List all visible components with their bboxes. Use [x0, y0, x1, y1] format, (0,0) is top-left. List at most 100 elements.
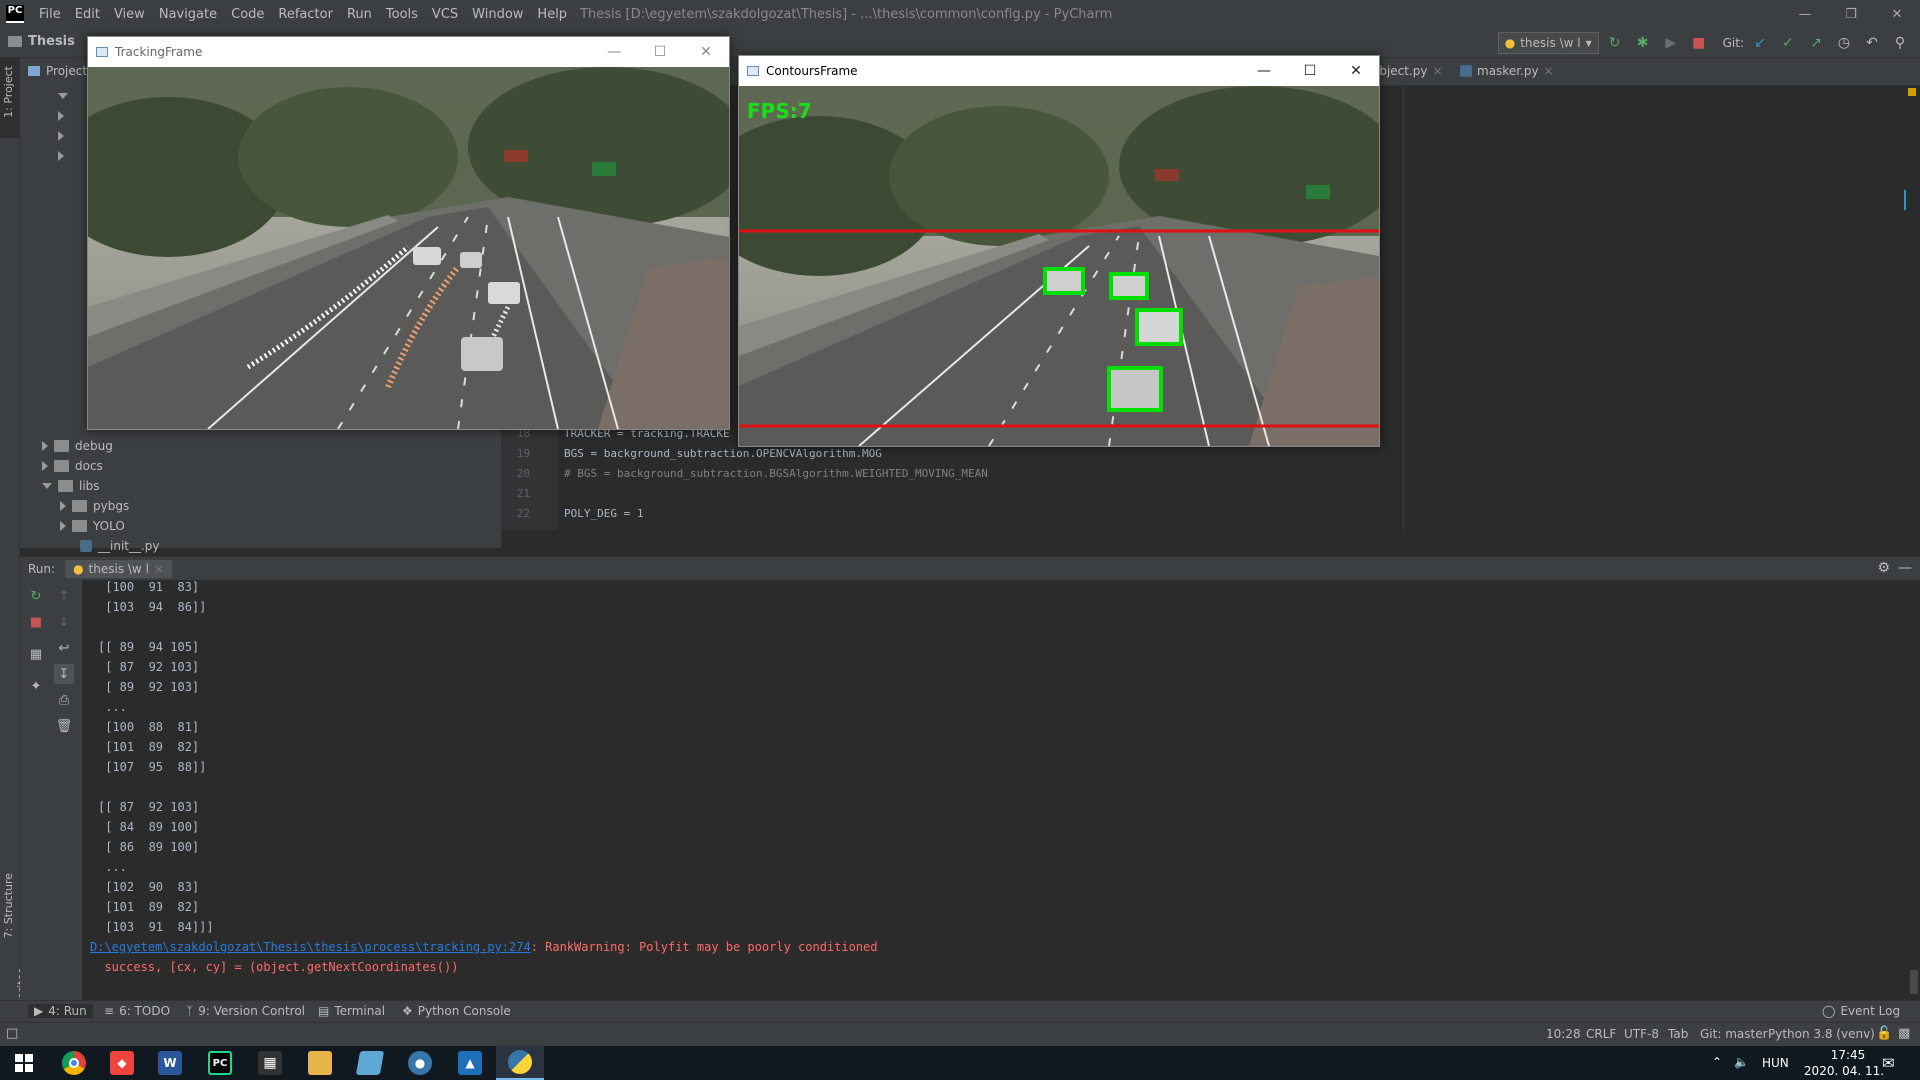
search-icon[interactable]: ⚲ [1888, 31, 1912, 55]
debug-icon[interactable]: ✱ [1631, 31, 1655, 55]
editor-tab-masker-py[interactable]: masker.py × [1460, 64, 1554, 78]
tool-tab-structure[interactable]: 7: Structure [2, 873, 15, 938]
menu-edit[interactable]: Edit [68, 7, 107, 22]
photos-icon[interactable]: ▲ [446, 1046, 494, 1080]
rerun-icon[interactable]: ↻ [26, 586, 46, 606]
pycharm-taskbar-icon[interactable]: PC [196, 1046, 244, 1080]
close-tab-icon[interactable]: × [154, 562, 164, 576]
tray-expand-icon[interactable]: ⌃ [1712, 1055, 1722, 1069]
indent-setting[interactable]: Tab [1668, 1027, 1688, 1041]
restore-icon[interactable]: ❐ [1828, 0, 1874, 28]
clock-time[interactable]: 17:45 [1808, 1048, 1888, 1062]
menu-view[interactable]: View [107, 7, 152, 22]
console-output[interactable]: [100 91 83] [103 94 86]] [[ 89 94 105] [… [82, 580, 1908, 1000]
python-interpreter[interactable]: Python 3.8 (venv) [1768, 1027, 1875, 1041]
settings-gear-icon[interactable]: ⚙ [1877, 560, 1890, 576]
tree-row-hidden[interactable] [58, 146, 64, 166]
breadcrumb-project[interactable]: Thesis [28, 34, 75, 49]
menu-navigate[interactable]: Navigate [152, 7, 224, 22]
minimize-icon[interactable]: — [1241, 56, 1287, 86]
tool-tab-python-console[interactable]: ❖ Python Console [402, 1004, 511, 1018]
line-separator[interactable]: CRLF [1586, 1027, 1616, 1041]
coverage-icon[interactable]: ▶ [1659, 31, 1683, 55]
tool-tab-project[interactable]: 1: Project [2, 66, 15, 118]
keyboard-language[interactable]: HUN [1762, 1056, 1789, 1070]
git-branch[interactable]: Git: master [1700, 1027, 1768, 1041]
git-commit-icon[interactable]: ✓ [1776, 31, 1800, 55]
tool-tab-version-control[interactable]: ᛉ 9: Version Control [186, 1004, 305, 1018]
menu-code[interactable]: Code [224, 7, 271, 22]
tree-item-pybgs[interactable]: pybgs [60, 496, 129, 516]
rollback-icon[interactable]: ↶ [1860, 31, 1884, 55]
close-icon[interactable]: ✕ [1874, 0, 1920, 28]
tracking-frame-window[interactable]: TrackingFrame — ☐ ✕ [87, 36, 730, 430]
tree-item-docs[interactable]: docs [42, 456, 103, 476]
menu-window[interactable]: Window [465, 7, 530, 22]
scroll-up-icon[interactable]: ↑ [54, 586, 74, 606]
file-encoding[interactable]: UTF-8 [1624, 1027, 1659, 1041]
word-icon[interactable]: W [146, 1046, 194, 1080]
trash-icon[interactable]: 🗑 [54, 716, 74, 736]
notes-icon[interactable] [346, 1046, 394, 1080]
tool-tab-todo[interactable]: ≡ 6: TODO [104, 1004, 170, 1018]
close-icon[interactable]: ✕ [1333, 56, 1379, 86]
tree-item-yolo[interactable]: YOLO [60, 516, 125, 536]
scroll-to-end-icon[interactable]: ↧ [54, 664, 74, 684]
toggle-tool-windows-icon[interactable]: □ [6, 1026, 18, 1041]
menu-vcs[interactable]: VCS [425, 7, 465, 22]
hide-panel-icon[interactable]: — [1898, 560, 1912, 576]
pin-icon[interactable]: ✦ [26, 676, 46, 696]
inspection-status-icon[interactable] [1908, 88, 1916, 96]
run-configuration-select[interactable]: ● thesis \w l ▾ [1497, 32, 1599, 54]
warning-file-link[interactable]: D:\egyetem\szakdolgozat\Thesis\thesis\pr… [90, 940, 531, 954]
maximize-icon[interactable]: ☐ [1287, 56, 1333, 86]
close-tab-icon[interactable]: × [1433, 64, 1443, 78]
scroll-down-icon[interactable]: ↓ [54, 612, 74, 632]
breadcrumb[interactable]: Thesis [8, 34, 75, 49]
stop-icon[interactable]: ■ [26, 612, 46, 632]
lock-icon[interactable]: 🔓 [1876, 1026, 1892, 1041]
editor-tab-object-py[interactable]: object.py × [1372, 64, 1443, 78]
print-icon[interactable]: ⎙ [54, 690, 74, 710]
minimize-icon[interactable]: — [591, 37, 637, 67]
menu-tools[interactable]: Tools [379, 7, 425, 22]
stop-icon[interactable]: ■ [1687, 31, 1711, 55]
volume-icon[interactable]: 🔈 [1734, 1055, 1749, 1069]
history-icon[interactable]: ◷ [1832, 31, 1856, 55]
close-tab-icon[interactable]: × [1544, 64, 1554, 78]
tree-item-debug[interactable]: debug [42, 436, 113, 456]
file-explorer-icon[interactable] [296, 1046, 344, 1080]
run-tab[interactable]: ● thesis \w l × [65, 559, 172, 578]
memory-icon[interactable]: ▩ [1898, 1026, 1910, 1041]
minimize-icon[interactable]: — [1782, 0, 1828, 28]
rerun-icon[interactable]: ↻ [1603, 31, 1627, 55]
tool-tab-event-log[interactable]: ◯ Event Log [1822, 1004, 1900, 1018]
contours-frame-window[interactable]: ContoursFrame — ☐ ✕ FPS:7 [738, 55, 1380, 447]
layout-icon[interactable]: ▦ [26, 644, 46, 664]
tree-row-hidden[interactable] [58, 126, 64, 146]
anydesk-icon[interactable]: ◆ [98, 1046, 146, 1080]
tool-tab-terminal[interactable]: ▤ Terminal [318, 1004, 385, 1018]
git-push-icon[interactable]: ↗ [1804, 31, 1828, 55]
close-icon[interactable]: ✕ [683, 37, 729, 67]
maximize-icon[interactable]: ☐ [637, 37, 683, 67]
soft-wrap-icon[interactable]: ↩ [54, 638, 74, 658]
windows-start-icon[interactable] [0, 1046, 48, 1080]
tree-row-hidden[interactable] [58, 86, 68, 106]
tree-row-hidden[interactable] [58, 106, 64, 126]
calculator-icon[interactable]: ▦ [246, 1046, 294, 1080]
tree-item-libs[interactable]: libs [42, 476, 100, 496]
git-update-icon[interactable]: ↙ [1748, 31, 1772, 55]
python-idle-icon[interactable]: ● [396, 1046, 444, 1080]
menu-help[interactable]: Help [530, 7, 574, 22]
clock-date[interactable]: 2020. 04. 11. [1796, 1064, 1892, 1078]
console-scrollbar[interactable] [1908, 580, 1920, 1000]
chrome-icon[interactable] [50, 1046, 98, 1080]
python-running-icon[interactable] [496, 1046, 544, 1080]
console-scroll-thumb[interactable] [1910, 970, 1918, 994]
menu-file[interactable]: File [32, 7, 68, 22]
caret-position[interactable]: 10:28 [1546, 1027, 1581, 1041]
menu-refactor[interactable]: Refactor [271, 7, 340, 22]
tool-tab-run[interactable]: ▶ 4: Run [28, 1004, 93, 1018]
notifications-icon[interactable]: ✉ [1882, 1054, 1895, 1072]
